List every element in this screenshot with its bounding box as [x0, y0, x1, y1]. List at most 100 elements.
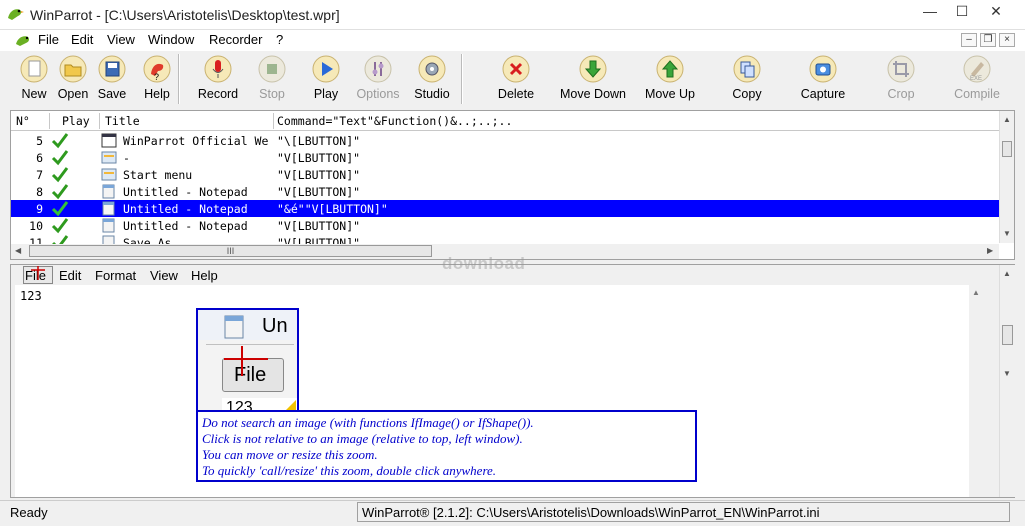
scroll-down-arrow-icon[interactable]: ▼ — [1003, 229, 1011, 238]
parrot-app-icon — [8, 9, 24, 20]
window-title: WinParrot - [C:\Users\Aristotelis\Deskto… — [30, 7, 340, 23]
table-row[interactable]: 6 - "V[LBUTTON]" — [11, 149, 999, 166]
arrow-down-icon — [579, 55, 607, 83]
zoom-message-line: Click is not relative to an image (relat… — [202, 431, 523, 446]
scroll-down-arrow-icon[interactable]: ▼ — [1003, 369, 1011, 378]
scroll-up-arrow-icon[interactable]: ▲ — [972, 288, 980, 297]
delete-x-icon — [502, 55, 530, 83]
crop-button[interactable]: Crop — [886, 51, 916, 107]
status-ready: Ready — [10, 505, 48, 520]
table-row[interactable]: 7 Start menu "V[LBUTTON]" — [11, 166, 999, 183]
scroll-thumb[interactable] — [1002, 141, 1012, 157]
microphone-icon — [204, 55, 232, 83]
click-crosshair-icon — [224, 346, 268, 376]
checkmark-icon[interactable] — [51, 132, 69, 149]
help-parrot-icon: ? — [143, 55, 171, 83]
copy-icon — [733, 55, 761, 83]
scroll-thumb[interactable] — [1002, 325, 1013, 345]
zoom-message-line: You can move or resize this zoom. — [202, 447, 378, 462]
scroll-right-arrow-icon[interactable]: ▶ — [987, 246, 993, 255]
open-button[interactable]: Open — [55, 51, 91, 107]
play-icon — [312, 55, 340, 83]
menu-recorder[interactable]: Recorder — [209, 32, 262, 47]
menu-file[interactable]: File — [38, 32, 59, 47]
maximize-button[interactable]: ☐ — [948, 0, 976, 22]
copy-button[interactable]: Copy — [730, 51, 764, 107]
checkmark-icon[interactable] — [51, 166, 69, 183]
compile-button[interactable]: EXE Compile — [952, 51, 1002, 107]
table-row[interactable]: 8 Untitled - Notepad "V[LBUTTON]" — [11, 183, 999, 200]
play-button[interactable]: Play — [310, 51, 342, 107]
column-header-play[interactable]: Play — [62, 114, 90, 128]
watermark: download — [442, 254, 526, 273]
toolbar-separator — [461, 54, 463, 104]
scroll-thumb[interactable]: III — [29, 245, 432, 257]
notepad-vertical-scrollbar[interactable]: ▲ — [969, 285, 984, 497]
scroll-up-arrow-icon[interactable]: ▲ — [1003, 115, 1011, 124]
mdi-close-button[interactable]: × — [999, 33, 1015, 47]
checkmark-icon[interactable] — [51, 183, 69, 200]
zoom-message-line: Do not search an image (with functions I… — [202, 415, 534, 430]
close-button[interactable]: ✕ — [982, 0, 1010, 22]
save-button[interactable]: Save — [96, 51, 128, 107]
crop-icon — [887, 55, 915, 83]
svg-text:EXE: EXE — [970, 76, 982, 82]
stop-button[interactable]: Stop — [256, 51, 288, 107]
table-row-selected[interactable]: 9 Untitled - Notepad "&é""V[LBUTTON]" — [11, 200, 999, 217]
move-up-button[interactable]: Move Up — [642, 51, 698, 107]
menu-edit[interactable]: Edit — [71, 32, 93, 47]
menu-bar: File Edit View Window Recorder ? – ❐ × — [0, 30, 1025, 51]
checkmark-icon[interactable] — [51, 217, 69, 234]
table-row[interactable]: 11 Save As "V[LBUTTON]" — [11, 234, 999, 244]
scroll-up-arrow-icon[interactable]: ▲ — [1003, 269, 1011, 278]
notepad-menu-format[interactable]: Format — [95, 268, 136, 283]
notepad-menu-help[interactable]: Help — [191, 268, 218, 283]
mdi-minimize-button[interactable]: – — [961, 33, 977, 47]
pane-vertical-scrollbar[interactable]: ▲ ▼ — [999, 265, 1015, 497]
toolbar-separator — [178, 54, 180, 104]
checkmark-icon[interactable] — [51, 234, 69, 244]
menu-window[interactable]: Window — [148, 32, 194, 47]
mdi-restore-button[interactable]: ❐ — [980, 33, 996, 47]
help-button[interactable]: ? Help — [141, 51, 173, 107]
column-header-number[interactable]: N° — [16, 114, 30, 128]
parrot-menu-icon — [16, 36, 30, 46]
notepad-menu-edit[interactable]: Edit — [59, 268, 81, 283]
new-button[interactable]: New — [18, 51, 50, 107]
studio-button[interactable]: Studio — [412, 51, 452, 107]
column-header-title[interactable]: Title — [105, 114, 140, 128]
zoom-info-box[interactable]: Do not search an image (with functions I… — [196, 410, 697, 482]
menu-help[interactable]: ? — [276, 32, 283, 47]
steps-list[interactable]: N° Play Title Command="Text"&Function()&… — [10, 110, 1015, 260]
title-bar: WinParrot - [C:\Users\Aristotelis\Deskto… — [0, 0, 1025, 30]
notepad-icon — [102, 184, 115, 199]
scroll-left-arrow-icon[interactable]: ◀ — [15, 246, 21, 255]
click-crosshair-icon — [31, 266, 45, 280]
record-button[interactable]: Record — [196, 51, 240, 107]
checkmark-icon[interactable] — [51, 200, 69, 217]
svg-text:?: ? — [154, 72, 159, 82]
menu-view[interactable]: View — [107, 32, 135, 47]
notepad-icon — [102, 218, 115, 233]
notepad-icon — [102, 235, 115, 244]
notepad-icon — [102, 201, 115, 216]
status-bar: Ready WinParrot® [2.1.2]: C:\Users\Arist… — [0, 500, 1025, 526]
capture-button[interactable]: Capture — [799, 51, 847, 107]
options-button[interactable]: Options — [354, 51, 402, 107]
save-disk-icon — [98, 55, 126, 83]
taskbar-icon — [101, 168, 117, 181]
table-row[interactable]: 5 WinParrot Official We "\[LBUTTON]" — [11, 132, 999, 149]
arrow-up-icon — [656, 55, 684, 83]
move-down-button[interactable]: Move Down — [558, 51, 628, 107]
table-row[interactable]: 10 Untitled - Notepad "V[LBUTTON]" — [11, 217, 999, 234]
delete-button[interactable]: Delete — [496, 51, 536, 107]
checkmark-icon[interactable] — [51, 149, 69, 166]
list-vertical-scrollbar[interactable]: ▲ ▼ — [999, 111, 1014, 243]
minimize-button[interactable]: — — [916, 0, 944, 22]
column-header-command[interactable]: Command="Text"&Function()&..;..;.. — [277, 114, 512, 128]
compile-exe-icon: EXE — [963, 55, 991, 83]
notepad-menu-view[interactable]: View — [150, 268, 178, 283]
new-file-icon — [20, 55, 48, 83]
zoom-preview[interactable]: Un File 123 — [196, 308, 299, 412]
options-sliders-icon — [364, 55, 392, 83]
